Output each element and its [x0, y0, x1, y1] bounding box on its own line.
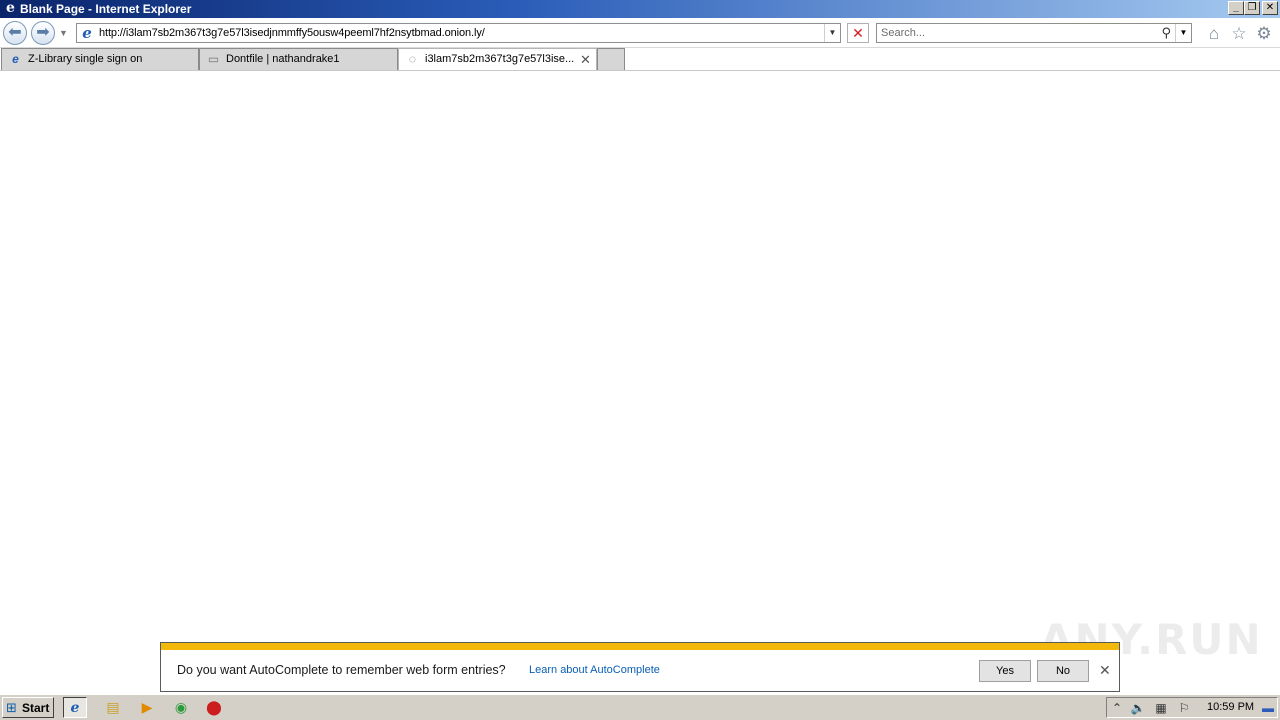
close-notification-icon[interactable]: ✕ [1099, 662, 1111, 679]
taskbar-ie-icon[interactable]: e [63, 697, 87, 718]
tab-onion-active[interactable]: ◌ i3lam7sb2m367t3g7e57l3ise... ✕ [398, 48, 597, 70]
learn-autocomplete-link[interactable]: Learn about AutoComplete [529, 664, 660, 676]
loading-icon: ◌ [408, 52, 417, 66]
show-desktop-icon[interactable]: ▬ [1259, 699, 1277, 717]
notification-accent [161, 643, 1119, 650]
search-icon[interactable]: ⚲ [1161, 25, 1171, 41]
windows-flag-icon: ⊞ [6, 700, 17, 715]
search-input[interactable] [881, 26, 1151, 40]
search-dropdown-icon[interactable]: ▼ [1175, 24, 1191, 42]
back-button[interactable]: ⬅ [3, 21, 27, 45]
address-bar[interactable]: e http://i3lam7sb2m367t3g7e57l3isedjnmmf… [76, 23, 841, 43]
restore-button[interactable]: ❐ [1244, 1, 1260, 15]
ie-page-icon: e [82, 24, 92, 42]
tab-dontfile[interactable]: ▭ Dontfile | nathandrake1 [199, 48, 398, 70]
taskbar-media-player-icon[interactable]: ▶ [135, 697, 159, 718]
address-dropdown-icon[interactable]: ▼ [824, 24, 840, 42]
favorites-star-icon[interactable]: ☆ [1229, 24, 1249, 44]
minimize-button[interactable]: _ [1228, 1, 1244, 15]
tab-z-library[interactable]: e Z-Library single sign on [1, 48, 199, 70]
tab-label: Z-Library single sign on [28, 53, 143, 65]
close-tab-icon[interactable]: ✕ [580, 52, 591, 68]
address-text[interactable]: http://i3lam7sb2m367t3g7e57l3isedjnmmffy… [99, 27, 485, 39]
new-tab-button[interactable] [597, 48, 625, 70]
yes-button[interactable]: Yes [979, 660, 1031, 682]
window-title: Blank Page - Internet Explorer [20, 2, 192, 16]
clock[interactable]: 10:59 PM [1207, 701, 1254, 713]
volume-icon[interactable]: 🔈 [1129, 699, 1147, 717]
ie-logo-icon: e [6, 0, 15, 16]
notification-message: Do you want AutoComplete to remember web… [177, 663, 506, 677]
show-hidden-icons-icon[interactable]: ⌃ [1108, 699, 1126, 717]
home-icon[interactable]: ⌂ [1204, 24, 1224, 44]
taskbar-chrome-icon[interactable]: ◉ [169, 697, 193, 718]
autocomplete-notification: Do you want AutoComplete to remember web… [160, 642, 1120, 692]
ie-icon: e [12, 52, 19, 66]
forward-button[interactable]: ➡ [31, 21, 55, 45]
system-tray: ⌃ 🔈 ▦ ⚐ 10:59 PM ▬ [1106, 697, 1278, 718]
no-button[interactable]: No [1037, 660, 1089, 682]
stop-button[interactable]: ✕ [847, 23, 869, 43]
network-icon[interactable]: ▦ [1152, 699, 1170, 717]
start-label: Start [22, 701, 50, 715]
search-box[interactable]: ⚲ ▼ [876, 23, 1192, 43]
start-button[interactable]: ⊞ Start [2, 697, 54, 718]
tools-gear-icon[interactable]: ⚙ [1254, 24, 1274, 44]
taskbar: ⊞ Start e ▤ ▶ ◉ ⬤ ⌃ 🔈 ▦ ⚐ 10:59 PM ▬ [0, 694, 1280, 720]
taskbar-explorer-icon[interactable]: ▤ [101, 697, 125, 718]
tab-strip: e Z-Library single sign on ▭ Dontfile | … [0, 48, 1280, 71]
close-window-button[interactable]: ✕ [1262, 1, 1278, 15]
title-bar: e Blank Page - Internet Explorer _ ❐ ✕ [0, 0, 1280, 18]
tab-label: Dontfile | nathandrake1 [226, 53, 340, 65]
action-center-flag-icon[interactable]: ⚐ [1175, 699, 1193, 717]
history-dropdown-icon[interactable]: ▼ [59, 28, 68, 38]
page-content [0, 71, 1280, 694]
taskbar-opera-icon[interactable]: ⬤ [202, 697, 226, 718]
tab-label: i3lam7sb2m367t3g7e57l3ise... [425, 53, 575, 65]
page-icon: ▭ [207, 52, 220, 66]
